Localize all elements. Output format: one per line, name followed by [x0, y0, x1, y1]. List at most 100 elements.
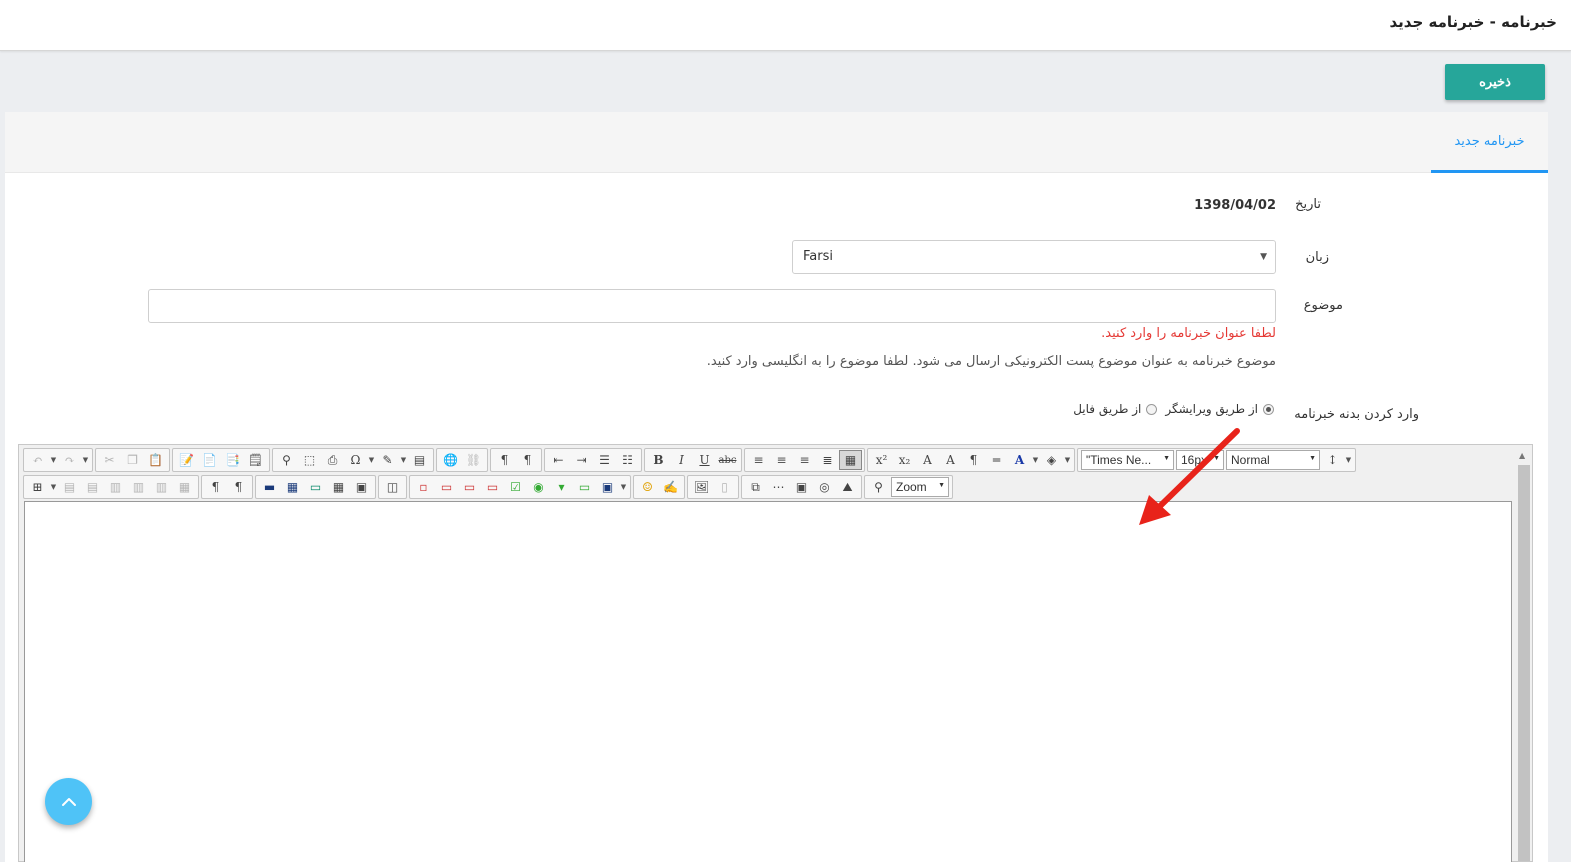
ltr-icon[interactable]: ¶	[493, 450, 516, 470]
insert-row-above-icon[interactable]: ▤	[58, 477, 81, 497]
radio-via-file[interactable]: از طریق فایل	[1073, 402, 1158, 416]
underline-button[interactable]: U	[693, 450, 716, 470]
insert-grid-icon[interactable]: ▦	[281, 477, 304, 497]
select-all-icon[interactable]: ⬚	[298, 450, 321, 470]
outdent-icon[interactable]: ⇤	[547, 450, 570, 470]
spellcheck-icon[interactable]: A	[916, 450, 939, 470]
paragraph-style-select[interactable]: Normal ▼	[1226, 450, 1320, 470]
insert-hidden-field-icon[interactable]: ▭	[481, 477, 504, 497]
format-painter-icon[interactable]: ✎	[376, 450, 399, 470]
indent-icon[interactable]: ⇥	[570, 450, 593, 470]
font-color-dropdown-icon[interactable]: ▼	[1031, 450, 1040, 470]
special-char-icon[interactable]: Ω	[344, 450, 367, 470]
ordered-list-icon[interactable]: ☰	[593, 450, 616, 470]
insert-select-icon[interactable]: ▾	[550, 477, 573, 497]
undo-dropdown-icon[interactable]: ▼	[49, 450, 58, 470]
document-properties-icon[interactable]: ▤	[408, 450, 431, 470]
paragraph-icon[interactable]: ¶	[962, 450, 985, 470]
insert-image-button-dropdown-icon[interactable]: ▼	[619, 477, 628, 497]
language-select[interactable]: Farsi ▼	[792, 240, 1276, 274]
scroll-up-icon[interactable]: ▲	[1519, 451, 1525, 460]
insert-checkbox-icon[interactable]: ☑	[504, 477, 527, 497]
insert-youtube-icon[interactable]: ◎	[813, 477, 836, 497]
redo-dropdown-icon[interactable]: ▼	[81, 450, 90, 470]
preview-icon[interactable]: ⚲	[867, 477, 890, 497]
remove-link-icon[interactable]: ⛓	[462, 450, 485, 470]
insert-textbox-icon[interactable]: ▭	[435, 477, 458, 497]
paste-word-icon[interactable]: 📝	[175, 450, 198, 470]
insert-row-below-icon[interactable]: ▤	[81, 477, 104, 497]
scrollbar-thumb[interactable]	[1518, 465, 1530, 861]
align-center-icon[interactable]: ≡	[770, 450, 793, 470]
insert-template-icon[interactable]: ✍	[659, 477, 682, 497]
align-justify-icon[interactable]: ≣	[816, 450, 839, 470]
editor-scrollbar[interactable]: ▲	[1517, 447, 1531, 861]
highlight-color-icon[interactable]: ◈	[1040, 450, 1063, 470]
clear-format-icon[interactable]: A	[939, 450, 962, 470]
paste-cleanup-icon[interactable]: 🗒	[244, 450, 267, 470]
special-char-dropdown-icon[interactable]: ▼	[367, 450, 376, 470]
insert-flash-icon[interactable]: ⋯	[767, 477, 790, 497]
find-icon[interactable]: ⚲	[275, 450, 298, 470]
align-none-icon[interactable]: ▦	[839, 450, 862, 470]
insert-frame-icon[interactable]: ◫	[381, 477, 404, 497]
highlight-color-dropdown-icon[interactable]: ▼	[1063, 450, 1072, 470]
delete-row-icon[interactable]: ▥	[104, 477, 127, 497]
insert-image-icon[interactable]: 🖼	[690, 477, 713, 497]
insert-radio-icon[interactable]: ◉	[527, 477, 550, 497]
scroll-to-top-button[interactable]	[45, 778, 92, 825]
insert-media-icon[interactable]: ▣	[790, 477, 813, 497]
save-button[interactable]: ذخیره	[1445, 64, 1545, 100]
redo-icon[interactable]: ↷	[58, 450, 81, 470]
insert-layer-icon[interactable]: ▬	[258, 477, 281, 497]
insert-document-icon[interactable]: ▯	[713, 477, 736, 497]
emoticon-icon[interactable]: ☺	[636, 477, 659, 497]
unordered-list-icon[interactable]: ☷	[616, 450, 639, 470]
copy-icon[interactable]: ❐	[121, 450, 144, 470]
paste-html-icon[interactable]: 📑	[221, 450, 244, 470]
radio-via-editor[interactable]: از طریق ویرایشگر	[1165, 402, 1274, 416]
insert-textarea-icon[interactable]: ▭	[458, 477, 481, 497]
subject-input[interactable]	[148, 289, 1276, 323]
undo-icon[interactable]: ↶	[26, 450, 49, 470]
delete-col-icon[interactable]: ▦	[173, 477, 196, 497]
strikethrough-button[interactable]: abc	[716, 450, 739, 470]
table-properties-icon[interactable]: ▦	[327, 477, 350, 497]
insert-button-icon[interactable]: ▭	[573, 477, 596, 497]
line-height-icon[interactable]: ↕	[1321, 450, 1344, 470]
insert-col-left-icon[interactable]: ▥	[127, 477, 150, 497]
insert-link-icon[interactable]: 🌐	[439, 450, 462, 470]
horizontal-rule-icon[interactable]: ═	[985, 450, 1008, 470]
block-ltr-icon[interactable]: ¶	[204, 477, 227, 497]
zoom-select[interactable]: Zoom ▼	[891, 477, 949, 497]
insert-table-dropdown-icon[interactable]: ▼	[49, 477, 58, 497]
superscript-icon[interactable]: x²	[870, 450, 893, 470]
bold-button[interactable]: B	[647, 450, 670, 470]
cell-properties-icon[interactable]: ▣	[350, 477, 373, 497]
subscript-icon[interactable]: x₂	[893, 450, 916, 470]
cut-icon[interactable]: ✂	[98, 450, 121, 470]
editor-content-area[interactable]	[24, 501, 1512, 862]
insert-image-button-icon[interactable]: ▣	[596, 477, 619, 497]
paste-icon[interactable]: 📋	[144, 450, 167, 470]
insert-col-right-icon[interactable]: ▥	[150, 477, 173, 497]
tab-new-newsletter[interactable]: خبرنامه جدید	[1431, 112, 1548, 173]
font-family-select[interactable]: "Times Ne... ▼	[1081, 450, 1174, 470]
line-height-dropdown-icon[interactable]: ▼	[1344, 450, 1353, 470]
clipboard-group: ✂ ❐ 📋	[95, 448, 170, 472]
font-size-select[interactable]: 16px ▼	[1176, 450, 1224, 470]
align-left-icon[interactable]: ≡	[747, 450, 770, 470]
rtl-icon[interactable]: ¶	[516, 450, 539, 470]
print-icon[interactable]: ⎙	[321, 450, 344, 470]
block-rtl-icon[interactable]: ¶	[227, 477, 250, 497]
image-map-icon[interactable]: ⧉	[744, 477, 767, 497]
italic-button[interactable]: I	[670, 450, 693, 470]
align-right-icon[interactable]: ≡	[793, 450, 816, 470]
insert-box-icon[interactable]: ▭	[304, 477, 327, 497]
format-painter-dropdown-icon[interactable]: ▼	[399, 450, 408, 470]
insert-table-icon[interactable]: ⊞	[26, 477, 49, 497]
insert-form-icon[interactable]: ▫	[412, 477, 435, 497]
font-color-icon[interactable]: A	[1008, 450, 1031, 470]
paste-text-icon[interactable]: 📄	[198, 450, 221, 470]
image-editor-icon[interactable]: ⛰	[836, 477, 859, 497]
